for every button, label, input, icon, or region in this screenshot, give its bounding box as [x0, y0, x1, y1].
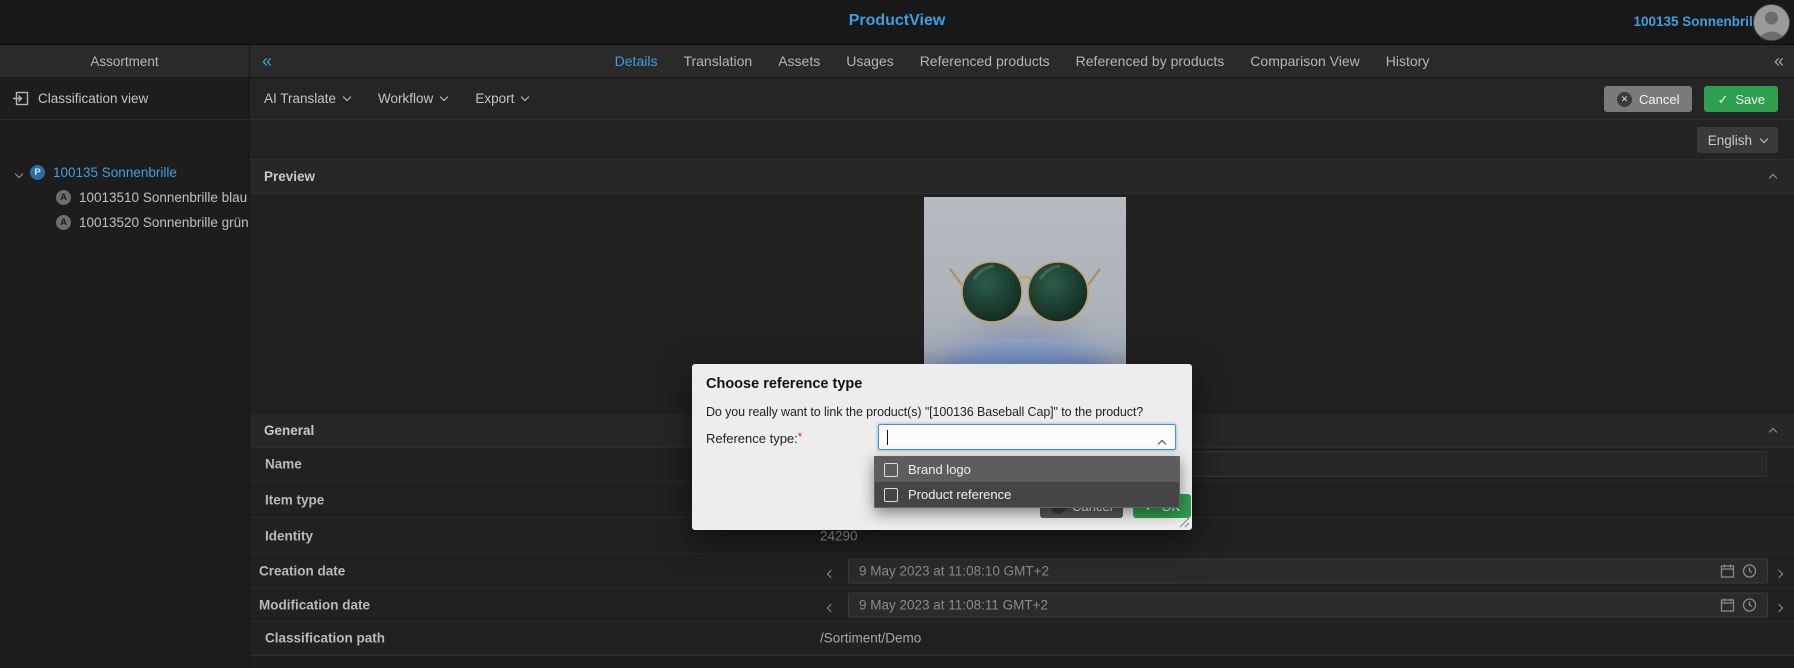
chevron-down-icon[interactable]	[16, 165, 22, 180]
classification-path-label: Classification path	[265, 631, 385, 646]
app-title: ProductView	[849, 12, 946, 30]
collapse-section-icon[interactable]	[1770, 423, 1776, 438]
tab-translation[interactable]: Translation	[683, 53, 752, 69]
assortment-sidebar: Classification view P 100135 Sonnenbrill…	[0, 78, 250, 668]
dialog-title: Choose reference type	[706, 376, 862, 392]
current-product-link[interactable]: 100135 Sonnenbrille	[1633, 14, 1764, 29]
item-type-label: Item type	[265, 492, 324, 507]
top-bar: ProductView 100135 Sonnenbrille	[0, 0, 1794, 45]
clock-icon[interactable]	[1742, 564, 1757, 579]
tree-item-article-gruen[interactable]: A 10013520 Sonnenbrille grün	[0, 210, 249, 235]
tab-comparison-view[interactable]: Comparison View	[1250, 53, 1359, 69]
classification-path-row: Classification path /Sortiment/Demo	[250, 622, 1794, 655]
tab-usages[interactable]: Usages	[846, 53, 893, 69]
modification-date-label: Modification date	[259, 598, 370, 613]
name-label: Name	[265, 456, 302, 471]
classification-path-value: /Sortiment/Demo	[820, 631, 921, 646]
assortment-panel-title: Assortment	[0, 45, 250, 77]
chevron-up-icon[interactable]	[1159, 435, 1165, 450]
ai-translate-menu[interactable]: AI Translate	[264, 91, 350, 106]
classification-view-label: Classification view	[38, 91, 148, 106]
date-next-icon[interactable]	[1776, 565, 1786, 577]
check-icon: ✓	[1717, 93, 1728, 106]
cancel-circle-icon: ✕	[1617, 92, 1632, 107]
checkbox[interactable]	[884, 488, 898, 502]
creation-date-label: Creation date	[259, 564, 345, 579]
clock-icon[interactable]	[1742, 598, 1757, 613]
tab-referenced-by-products[interactable]: Referenced by products	[1076, 53, 1225, 69]
choose-reference-type-dialog: Choose reference type Do you really want…	[692, 364, 1192, 530]
identity-label: Identity	[265, 528, 313, 543]
user-avatar[interactable]	[1754, 5, 1789, 40]
chevron-down-icon	[1760, 134, 1768, 142]
option-product-reference[interactable]: Product reference	[875, 482, 1179, 507]
tab-referenced-products[interactable]: Referenced products	[920, 53, 1050, 69]
language-strip: English	[250, 120, 1794, 160]
product-badge: P	[30, 165, 45, 180]
calendar-icon[interactable]	[1720, 564, 1735, 579]
chevron-down-icon	[521, 93, 529, 101]
reference-type-select[interactable]	[878, 424, 1176, 450]
chevron-down-icon	[440, 93, 448, 101]
reference-type-label: Reference type:*	[706, 431, 802, 446]
action-toolbar: AI Translate Workflow Export ✕ Cancel ✓ …	[250, 78, 1794, 120]
product-view-app: ProductView 100135 Sonnenbrille Assortme…	[0, 0, 1794, 668]
modification-date-input[interactable]: 9 May 2023 at 11:08:11 GMT+2	[848, 593, 1768, 618]
option-brand-logo[interactable]: Brand logo	[875, 457, 1179, 482]
calendar-icon[interactable]	[1720, 598, 1735, 613]
identity-value: 24290	[820, 528, 858, 543]
collapse-section-icon[interactable]	[1770, 169, 1776, 184]
date-next-icon[interactable]	[1776, 599, 1786, 611]
date-prev-icon[interactable]	[828, 565, 838, 577]
reference-type-options: Brand logo Product reference	[874, 456, 1180, 508]
tree-item-label: 10013510 Sonnenbrille blau	[79, 190, 247, 205]
person-icon	[1754, 5, 1789, 40]
tab-strip: Details Translation Assets Usages Refere…	[250, 45, 1794, 77]
tree-item-article-blau[interactable]: A 10013510 Sonnenbrille blau	[0, 185, 249, 210]
date-prev-icon[interactable]	[828, 599, 838, 611]
save-button[interactable]: ✓ Save	[1704, 86, 1778, 112]
preview-section-title: Preview	[264, 169, 315, 184]
cancel-button[interactable]: ✕ Cancel	[1604, 86, 1692, 112]
checkbox[interactable]	[884, 463, 898, 477]
tree-item-product[interactable]: P 100135 Sonnenbrille	[0, 160, 249, 185]
article-badge: A	[56, 215, 71, 230]
bottom-strip	[250, 655, 1794, 668]
tree-item-label: 10013520 Sonnenbrille grün	[79, 215, 249, 230]
dialog-message: Do you really want to link the product(s…	[706, 405, 1143, 419]
general-section-title: General	[264, 423, 314, 438]
save-cancel-group: ✕ Cancel ✓ Save	[1604, 86, 1778, 112]
tab-assets[interactable]: Assets	[778, 53, 820, 69]
workflow-menu[interactable]: Workflow	[378, 91, 447, 106]
required-marker: *	[798, 431, 802, 443]
classification-view-icon	[12, 91, 29, 106]
export-menu[interactable]: Export	[475, 91, 528, 106]
modification-date-row: Modification date 9 May 2023 at 11:08:11…	[250, 589, 1794, 622]
product-tree: P 100135 Sonnenbrille A 10013510 Sonnenb…	[0, 160, 249, 235]
creation-date-input[interactable]: 9 May 2023 at 11:08:10 GMT+2	[848, 559, 1768, 584]
tab-bar: Assortment « Details Translation Assets …	[0, 45, 1794, 78]
tab-history[interactable]: History	[1386, 53, 1430, 69]
preview-section-header: Preview	[250, 160, 1794, 194]
creation-date-row: Creation date 9 May 2023 at 11:08:10 GMT…	[250, 554, 1794, 589]
classification-view-button[interactable]: Classification view	[0, 78, 249, 120]
tab-details[interactable]: Details	[615, 53, 658, 69]
collapse-right-panel-icon[interactable]: «	[1774, 45, 1784, 77]
article-badge: A	[56, 190, 71, 205]
text-cursor	[887, 430, 888, 445]
language-selector[interactable]: English	[1697, 127, 1778, 153]
tree-item-label: 100135 Sonnenbrille	[53, 165, 177, 180]
chevron-down-icon	[343, 93, 351, 101]
